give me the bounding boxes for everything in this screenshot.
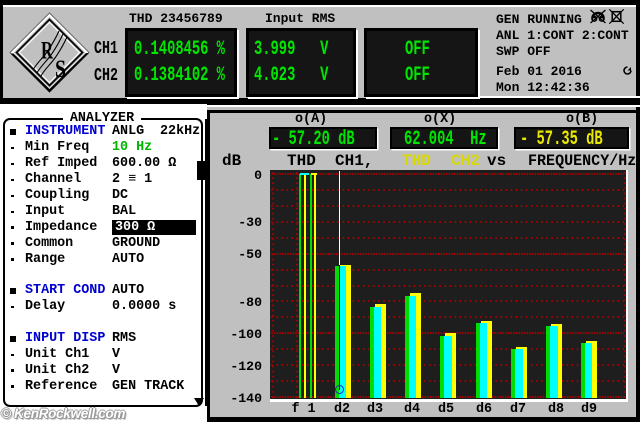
svg-text:S: S [55,56,66,83]
